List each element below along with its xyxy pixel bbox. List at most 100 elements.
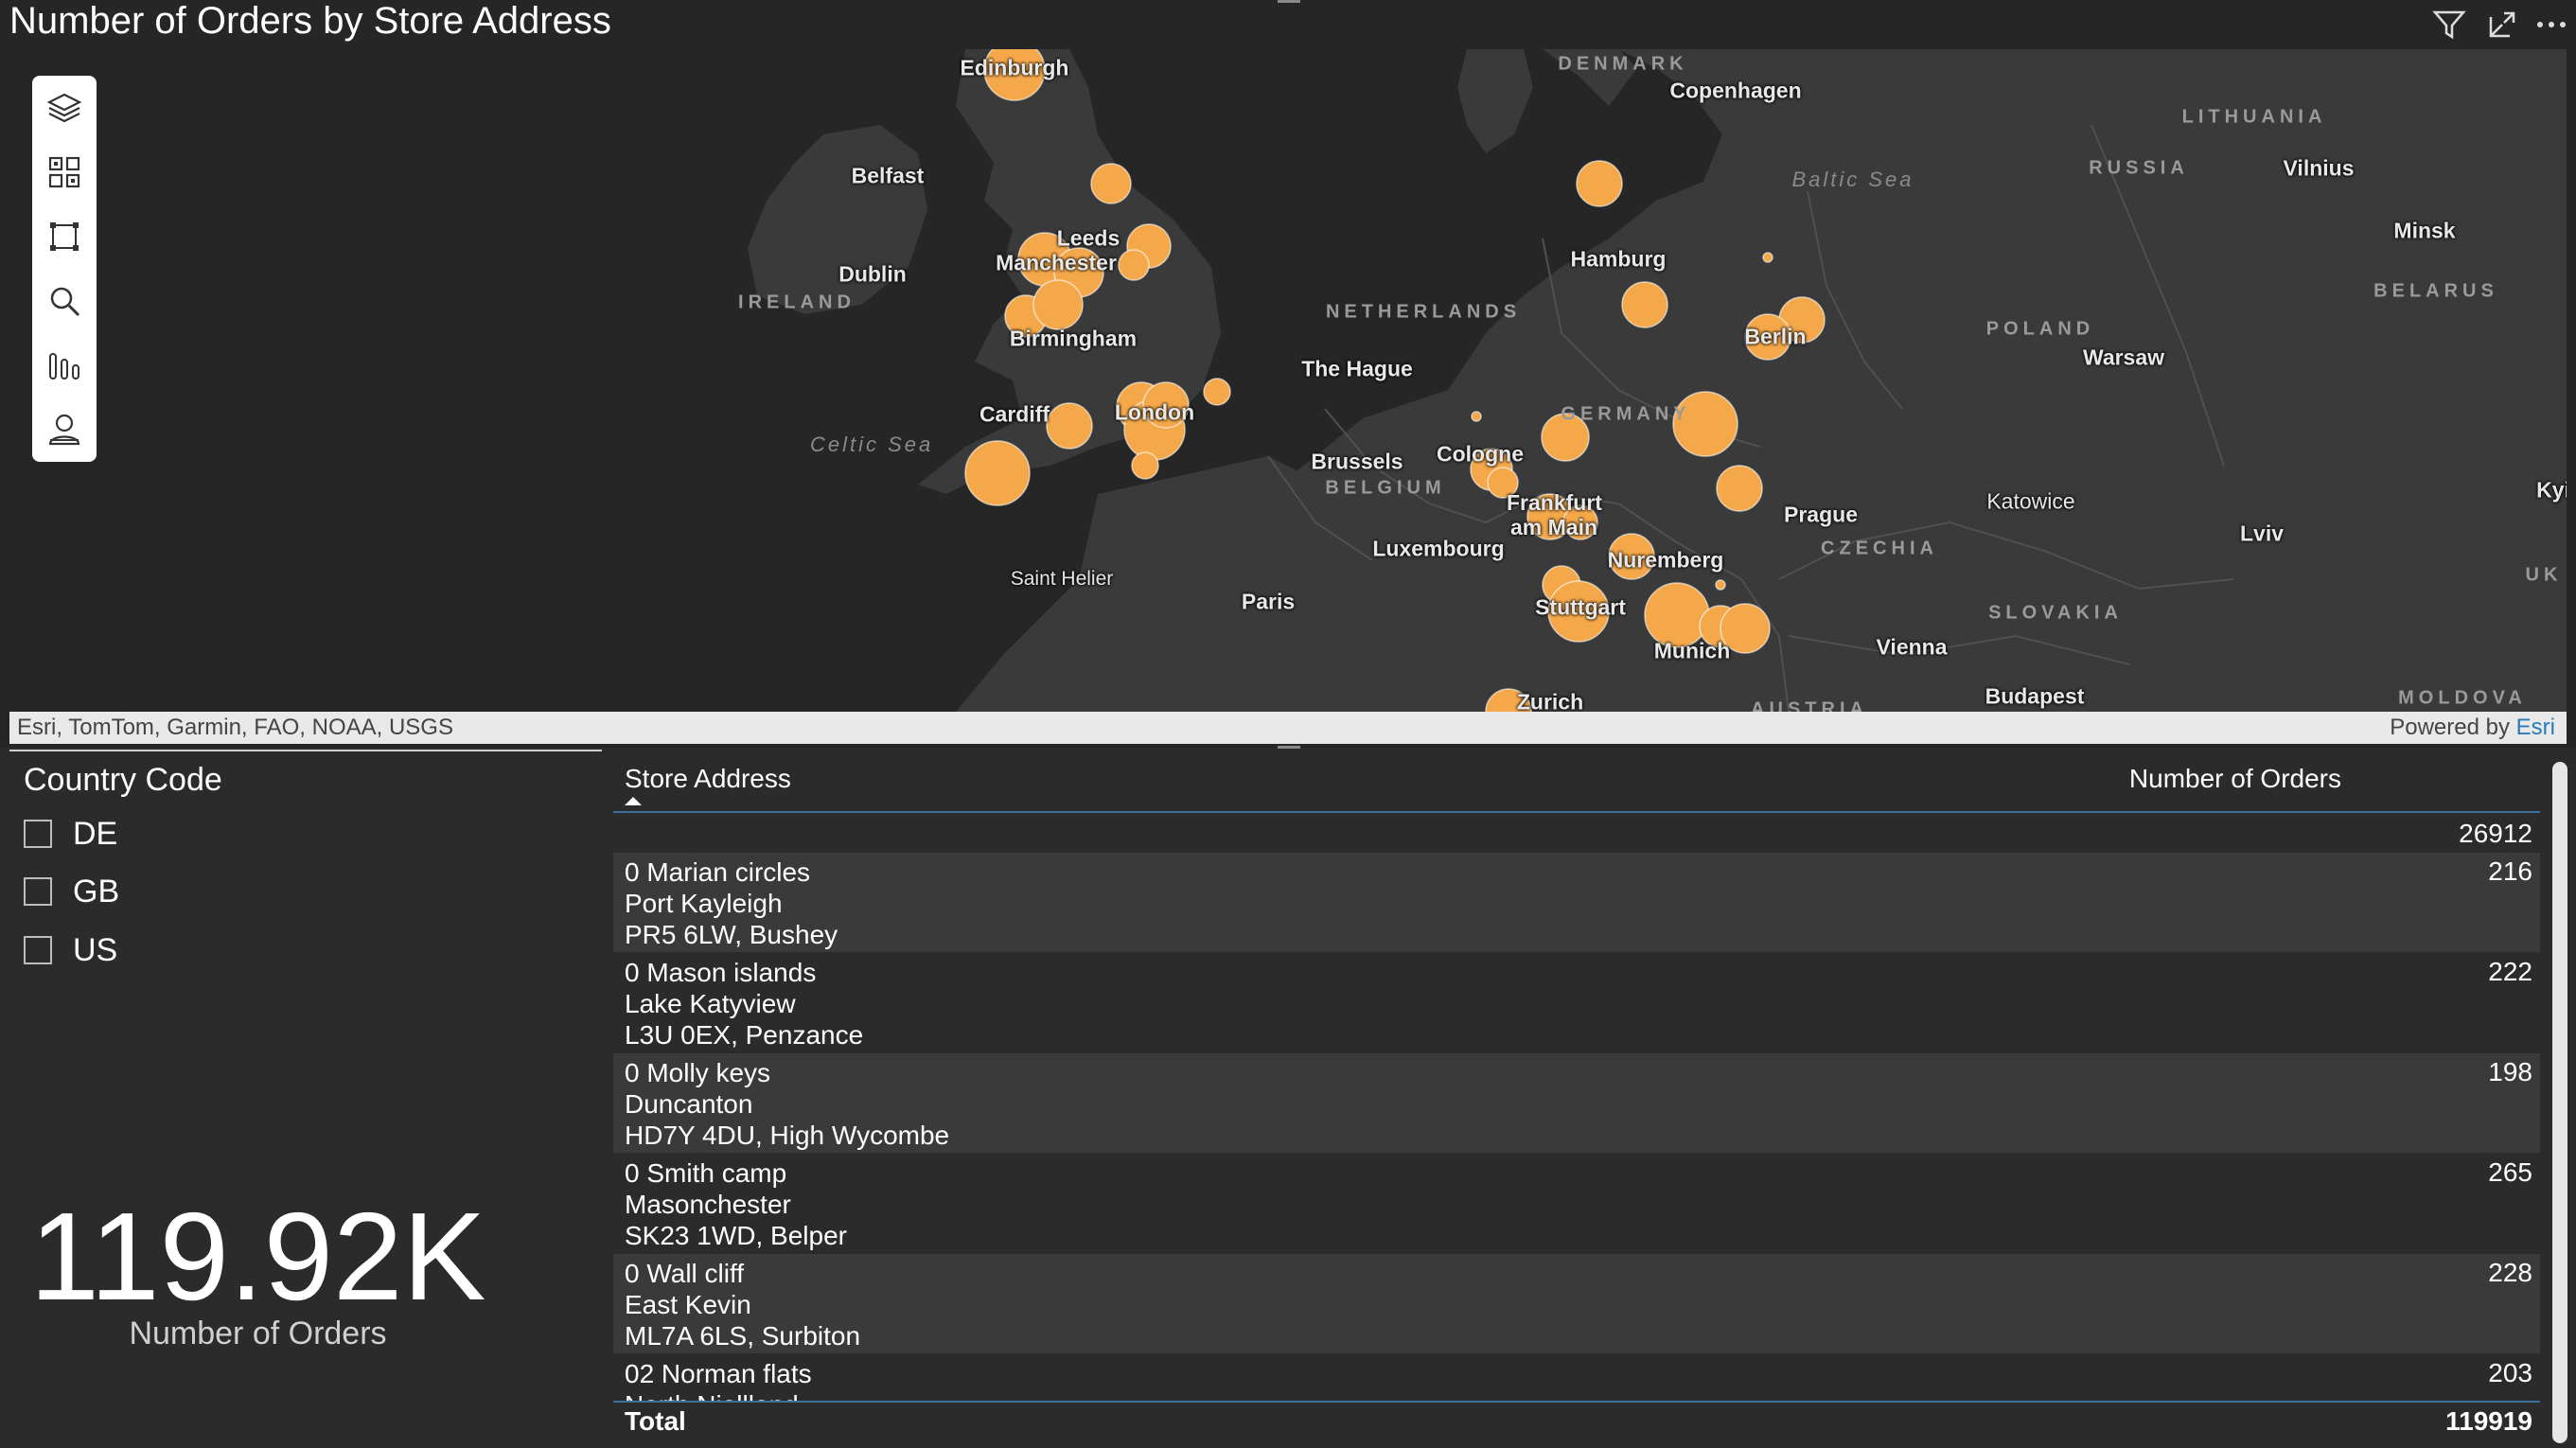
country-label: UK <box>2525 564 2563 586</box>
slicer-option-label: DE <box>73 816 118 852</box>
bar-chart-icon[interactable] <box>45 346 83 384</box>
grid-icon[interactable] <box>45 153 83 191</box>
orders-cell: 228 <box>2488 1258 2532 1287</box>
search-icon[interactable] <box>45 282 83 320</box>
store-address-cell: 0 Marian circles Port Kayleigh PR5 6LW, Bu… <box>625 857 838 949</box>
table-row[interactable]: 0 Smith camp Masonchester SK23 1WD, Belper… <box>613 1154 2540 1253</box>
water-label: Baltic Sea <box>1791 168 1914 191</box>
place-label: Edinburgh <box>960 55 1069 80</box>
place-label: Vienna <box>1876 634 1948 660</box>
country-label: NETHERLANDS <box>1325 301 1522 323</box>
orders-cell: 216 <box>2488 856 2532 886</box>
sort-ascending-icon[interactable] <box>625 797 642 805</box>
place-label: Hamburg <box>1570 246 1667 272</box>
bubble <box>1032 279 1084 330</box>
select-area-icon[interactable] <box>45 218 83 256</box>
country-label: BELGIUM <box>1325 477 1446 499</box>
checkbox[interactable] <box>24 877 52 906</box>
orders-table[interactable]: Store Address Number of Orders 26912 0 M… <box>613 752 2540 1448</box>
more-options-icon[interactable] <box>2532 6 2570 44</box>
place-label: Dublin <box>838 261 907 287</box>
place-label: Birmingham <box>1009 326 1138 351</box>
top-drag-handle[interactable] <box>1278 0 1300 3</box>
column-header-store-address[interactable]: Store Address <box>625 764 791 794</box>
focus-mode-icon[interactable] <box>2483 6 2521 44</box>
table-scrollbar[interactable] <box>2552 762 2567 1443</box>
total-value: 119919 <box>2445 1406 2532 1436</box>
filter-icon[interactable] <box>2430 6 2468 44</box>
store-address-cell: 0 Mason islands Lake Katyview L3U 0EX, Pen… <box>625 958 864 1050</box>
bubble <box>1046 402 1093 450</box>
orders-cell: 222 <box>2488 957 2532 986</box>
header-divider <box>613 811 2540 813</box>
country-label: BELARUS <box>2373 280 2498 302</box>
store-address-cell: 0 Wall cliff East Kevin ML7A 6LS, Surbiton <box>625 1259 861 1351</box>
place-label: Minsk <box>2393 218 2456 243</box>
bottom-drag-handle[interactable] <box>1278 746 1300 749</box>
place-label: Lviv <box>2239 521 2285 546</box>
bubble <box>1203 378 1231 406</box>
bubble <box>1576 160 1623 207</box>
table-row[interactable]: 0 Mason islands Lake Katyview L3U 0EX, Pen… <box>613 953 2540 1052</box>
checkbox[interactable] <box>24 820 52 848</box>
checkbox[interactable] <box>24 936 52 964</box>
table-row[interactable]: 0 Wall cliff East Kevin ML7A 6LS, Surbiton… <box>613 1254 2540 1353</box>
place-label: Frankfurt am Main <box>1507 490 1602 539</box>
place-label: Vilnius <box>2283 155 2355 181</box>
store-address-cell: 0 Molly keys Duncanton HD7Y 4DU, High Wyco… <box>625 1058 950 1150</box>
total-row: Total 119919 <box>613 1401 2540 1448</box>
place-label: The Hague <box>1301 356 1413 381</box>
place-label: Copenhagen <box>1669 78 1802 103</box>
country-label: DENMARK <box>1558 53 1688 75</box>
person-icon[interactable] <box>45 411 83 449</box>
place-label: Cologne <box>1437 441 1524 467</box>
country-label: IRELAND <box>738 291 856 313</box>
slicer-option-label: US <box>73 932 118 968</box>
slicer-top-border <box>9 750 602 751</box>
place-label: London <box>1114 399 1195 425</box>
table-row[interactable]: 0 Marian circles Port Kayleigh PR5 6LW, Bu… <box>613 853 2540 952</box>
map-canvas[interactable]: DENMARK LITHUANIA RUSSIA BELARUS POLAND … <box>9 49 2567 712</box>
place-label: Berlin <box>1744 324 1807 349</box>
place-label: Leeds <box>1056 225 1120 251</box>
kpi-label: Number of Orders <box>129 1316 387 1351</box>
country-label: GERMANY <box>1561 403 1691 425</box>
place-label: Cardiff <box>979 401 1050 427</box>
place-label: Manchester <box>996 250 1117 275</box>
bubble <box>1715 579 1726 591</box>
total-label: Total <box>625 1406 686 1436</box>
place-label: Belfast <box>851 163 925 188</box>
orders-cell: 203 <box>2488 1358 2532 1387</box>
column-header-number-of-orders[interactable]: Number of Orders <box>2129 764 2341 794</box>
powered-by-label: Powered by <box>2390 715 2510 740</box>
place-label: Nuremberg <box>1607 547 1724 573</box>
place-label: Saint Helier <box>1010 568 1114 590</box>
esri-link[interactable]: Esri <box>2516 715 2555 740</box>
layers-icon[interactable] <box>45 89 83 127</box>
place-label: Munich <box>1653 638 1731 663</box>
place-label: Brussels <box>1311 449 1403 474</box>
map-tool-palette <box>32 76 97 462</box>
bubble <box>1118 249 1150 281</box>
attribution-text: Esri, TomTom, Garmin, FAO, NOAA, USGS <box>17 715 453 740</box>
country-label: MOLDOVA <box>2398 687 2527 709</box>
map-visual[interactable]: Number of Orders by Store Address DENMAR… <box>0 0 2576 749</box>
place-label: Stuttgart <box>1535 594 1626 620</box>
orders-cell: 265 <box>2488 1157 2532 1187</box>
slicer-option-label: GB <box>73 874 120 909</box>
table-row[interactable]: 0 Molly keys Duncanton HD7Y 4DU, High Wyco… <box>613 1053 2540 1153</box>
bubble <box>1621 281 1668 328</box>
map-attribution-bar: Esri, TomTom, Garmin, FAO, NOAA, USGS Po… <box>9 712 2567 744</box>
country-label: LITHUANIA <box>2181 106 2327 128</box>
place-label: Budapest <box>1985 683 2085 709</box>
place-label: Warsaw <box>2082 344 2165 370</box>
bubble <box>1131 451 1159 480</box>
blank-address-orders: 26912 <box>2459 819 2532 848</box>
place-label: Katowice <box>1986 488 2075 514</box>
country-label: SLOVAKIA <box>1988 602 2123 624</box>
bubble <box>1716 465 1763 512</box>
bubble <box>964 440 1031 506</box>
orders-cell: 198 <box>2488 1057 2532 1086</box>
slicer-title: Country Code <box>24 762 222 798</box>
water-label: Celtic Sea <box>810 433 934 456</box>
